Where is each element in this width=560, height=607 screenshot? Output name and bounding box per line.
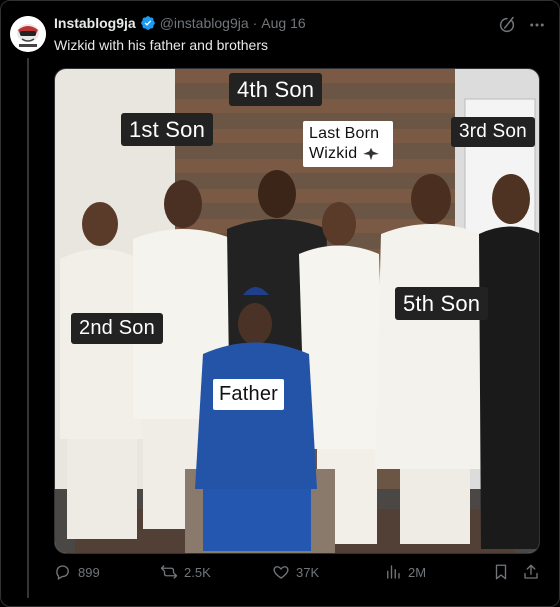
heart-icon bbox=[273, 566, 289, 579]
bookmark-button[interactable] bbox=[492, 563, 510, 581]
label-last-born-line2: Wizkid bbox=[309, 145, 358, 162]
bookmark-icon bbox=[495, 564, 507, 580]
verified-badge-icon bbox=[140, 16, 155, 30]
reply-count: 899 bbox=[78, 564, 100, 580]
thread-line bbox=[27, 58, 29, 598]
repost-button[interactable]: 2.5K bbox=[160, 563, 211, 581]
repost-count: 2.5K bbox=[184, 564, 211, 580]
tweet-photo[interactable]: 1st Son 4th Son Last Born Wizkid 3rd Son… bbox=[54, 68, 540, 554]
author-avatar[interactable] bbox=[10, 16, 46, 52]
tweet-top-actions bbox=[498, 16, 546, 34]
views-button[interactable]: 2M bbox=[384, 563, 426, 581]
reply-button[interactable]: 899 bbox=[54, 563, 100, 581]
share-button[interactable] bbox=[522, 563, 540, 581]
label-last-born-line1: Last Born bbox=[309, 125, 380, 142]
tweet-action-bar: 899 2.5K 37K 2M bbox=[54, 563, 542, 585]
author-handle[interactable]: @instablog9ja bbox=[160, 15, 249, 31]
label-fifth-son: 5th Son bbox=[395, 287, 489, 321]
author-name[interactable]: Instablog9ja bbox=[54, 15, 136, 31]
repost-icon bbox=[160, 565, 178, 579]
views-count: 2M bbox=[408, 564, 427, 580]
label-first-son: 1st Son bbox=[121, 113, 214, 147]
tweet-text: Wizkid with his father and brothers bbox=[54, 37, 268, 53]
avatar-logo-icon bbox=[10, 16, 46, 52]
grok-icon[interactable] bbox=[498, 16, 516, 34]
tweet-date[interactable]: Aug 16 bbox=[261, 15, 305, 31]
like-count: 37K bbox=[296, 564, 320, 580]
views-icon bbox=[387, 565, 400, 579]
share-icon bbox=[524, 564, 538, 579]
reply-icon bbox=[56, 565, 69, 580]
tweet-header: Instablog9ja @instablog9ja · Aug 16 bbox=[54, 15, 306, 31]
label-third-son: 3rd Son bbox=[451, 117, 535, 147]
more-icon[interactable] bbox=[528, 16, 546, 34]
label-second-son: 2nd Son bbox=[71, 313, 163, 344]
header-separator: · bbox=[252, 15, 258, 31]
like-button[interactable]: 37K bbox=[272, 563, 319, 581]
eagle-icon bbox=[362, 147, 380, 161]
label-fourth-son: 4th Son bbox=[229, 73, 323, 107]
label-last-born: Last Born Wizkid bbox=[303, 121, 393, 167]
label-father: Father bbox=[213, 379, 285, 410]
